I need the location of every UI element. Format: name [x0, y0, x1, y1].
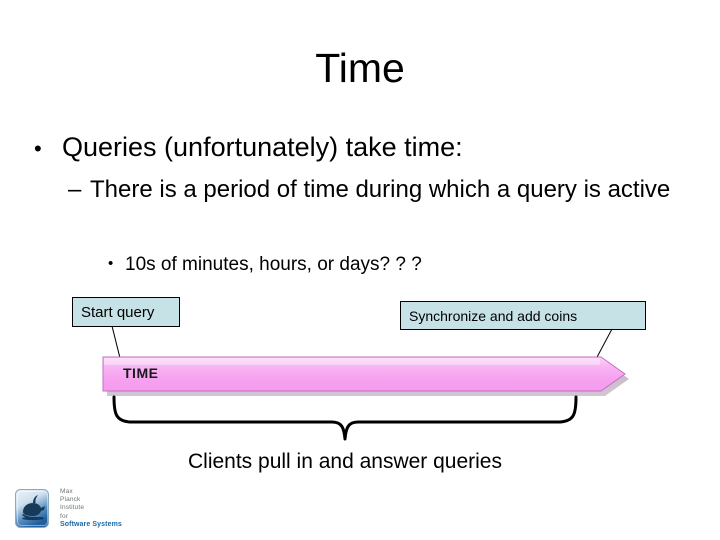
bullet-level3-text: 10s of minutes, hours, or days? ? ?: [125, 254, 422, 275]
callout-start-query: Start query: [72, 297, 180, 327]
logo-line-software-systems: Software Systems: [60, 520, 122, 528]
bullet-level3: • 10s of minutes, hours, or days? ? ?: [108, 251, 688, 277]
bullet-level1-text: Queries (unfortunately) take time:: [62, 132, 463, 162]
time-arrow: TIME: [100, 354, 632, 396]
bullet-glyph-level3: •: [108, 255, 114, 272]
time-arrow-label: TIME: [123, 365, 159, 381]
logo-line-institute: Institute: [60, 504, 85, 512]
bullet-glyph-level2: –: [68, 176, 82, 203]
callout-sync-coins: Synchronize and add coins: [400, 301, 646, 330]
logo-line-max: Max: [60, 488, 73, 495]
brace-under-arrow: [104, 392, 590, 448]
oil-lamp-icon: [14, 487, 52, 532]
oil-lamp-icon-shape: [15, 489, 49, 528]
slide-canvas: Time • Queries (unfortunately) take time:…: [0, 0, 720, 540]
bullet-glyph-level1: •: [34, 136, 42, 161]
diagram-caption: Clients pull in and answer queries: [187, 450, 502, 473]
callout-start-query-label: Start query: [81, 303, 155, 321]
brace-shape: [112, 395, 578, 441]
logo-text: Max Planck Institute for Software System…: [60, 487, 122, 529]
logo-line-for: for: [60, 512, 69, 520]
bullet-level2-text: There is a period of time during which a…: [90, 176, 671, 203]
time-arrow-shape: [102, 356, 629, 396]
logo-line-planck: Planck: [60, 496, 81, 504]
page-title: Time: [315, 45, 405, 91]
bullet-level1: • Queries (unfortunately) take time:: [34, 130, 694, 166]
bullet-level2: – There is a period of time during which …: [68, 174, 698, 205]
mpi-sws-logo: Max Planck Institute for Software System…: [14, 487, 194, 535]
callout-sync-coins-label: Synchronize and add coins: [409, 307, 578, 324]
